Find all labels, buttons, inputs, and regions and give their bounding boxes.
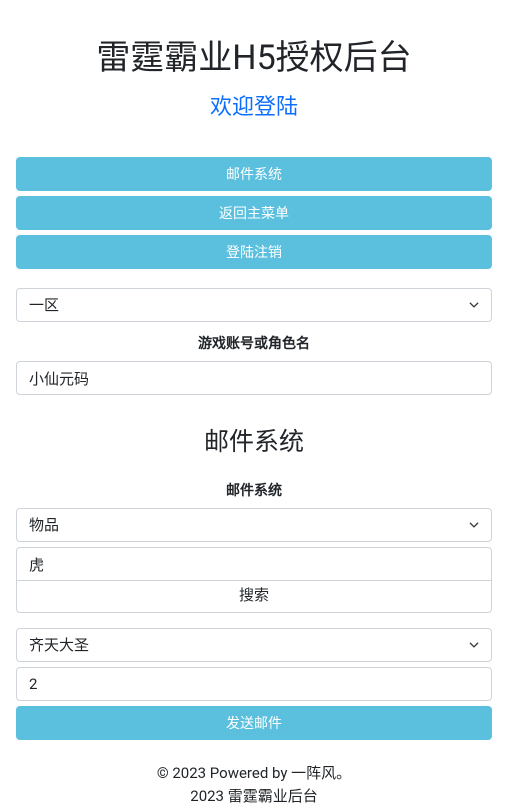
logout-button[interactable]: 登陆注销 <box>16 235 492 269</box>
page-title: 雷霆霸业H5授权后台 <box>16 30 492 79</box>
footer-line1: © 2023 Powered by 一阵风。 <box>16 762 492 785</box>
item-select[interactable]: 齐天大圣 <box>16 628 492 662</box>
search-button[interactable]: 搜索 <box>16 576 492 613</box>
mail-type-select[interactable]: 物品 <box>16 508 492 542</box>
mail-section-title: 邮件系统 <box>16 422 492 458</box>
back-main-menu-button[interactable]: 返回主菜单 <box>16 196 492 230</box>
account-input[interactable] <box>16 361 492 395</box>
footer-line2: 2023 雷霆霸业后台 <box>16 785 492 807</box>
welcome-subtitle: 欢迎登陆 <box>16 89 492 121</box>
zone-select[interactable]: 一区 <box>16 288 492 322</box>
footer: © 2023 Powered by 一阵风。 2023 雷霆霸业后台 <box>16 762 492 807</box>
send-mail-button[interactable]: 发送邮件 <box>16 706 492 740</box>
account-label: 游戏账号或角色名 <box>16 333 492 353</box>
quantity-input[interactable] <box>16 667 492 701</box>
mail-system-button[interactable]: 邮件系统 <box>16 157 492 191</box>
mail-system-label: 邮件系统 <box>16 480 492 500</box>
search-input[interactable] <box>16 547 492 581</box>
